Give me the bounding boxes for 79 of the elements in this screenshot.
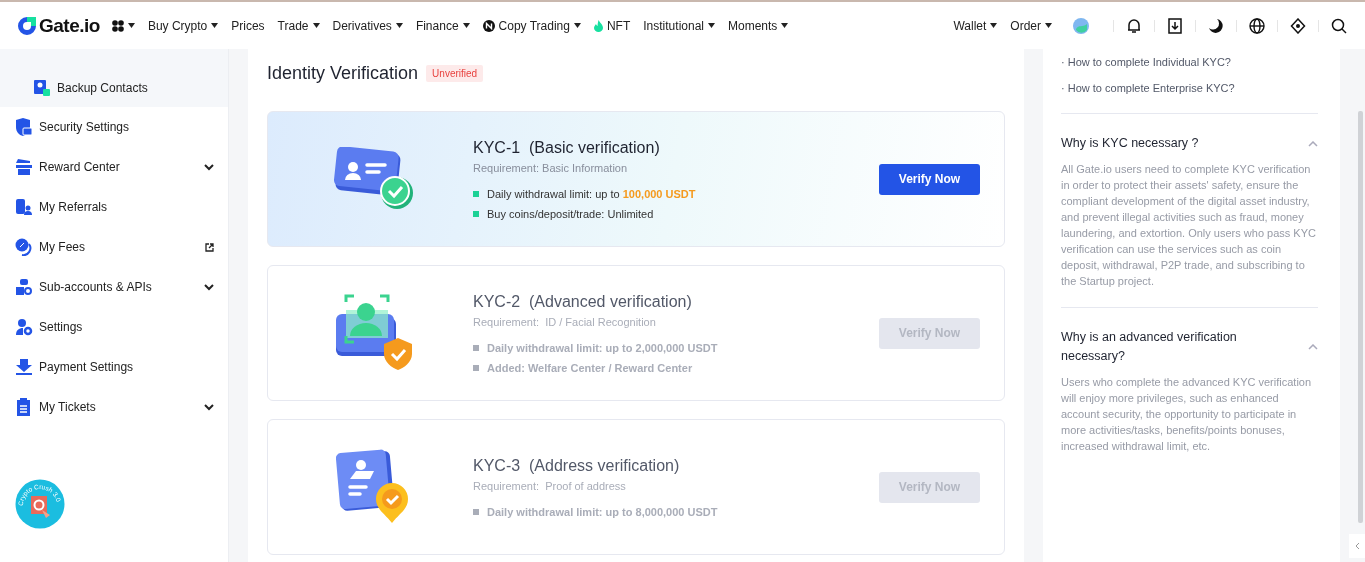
page-title: Identity Verification [267,63,419,84]
chevron-down-icon [204,163,214,171]
bullet-icon [473,210,479,217]
help-link[interactable]: · How to complete Individual KYC? [1061,49,1318,75]
benefit-text: Daily withdrawal limit: up to 8,000,000 USDT [487,505,718,518]
shield-icon [15,118,33,136]
search-icon[interactable] [1331,17,1347,34]
nav-link[interactable]: NFT [593,18,631,33]
caret-icon [211,23,219,28]
sidebar-item[interactable]: My Referrals [0,187,228,227]
benefit-text: Buy coins/deposit/trade: Unlimited [487,207,654,220]
faq-answer: All Gate.io users need to complete KYC verification in order to protect their assets' safety, ensure the compliant development of the digital asset industry, and prevent illegal activities such as fraud, money laundering, and extortion. Only users who pass KYC verification can use the services such as coin deposit, withdrawal, P2P trade, and subscribing to the Startup project. [1061,162,1317,289]
caret-icon [781,23,789,28]
caret-icon [462,23,470,28]
chevron-down-icon [204,403,214,411]
faq-answer: Users who complete the advanced KYC verification will enjoy more privileges, such as enhanced account security, the opportunity to participate in more activities/tasks, benefits/points bonuses, increased withdrawal limit, etc. [1061,375,1313,454]
chevron-left-icon [1354,542,1360,550]
status-tag: Unverified [426,65,484,82]
apps-grid-icon [111,19,124,32]
apps-menu-button[interactable] [111,19,135,32]
benefit-text: Daily withdrawal limit: up to 2,000,000 USDT [487,341,718,354]
nav-link[interactable]: Wallet [953,18,998,33]
benefit-text: Daily withdrawal limit: up to 100,000 USDT [487,187,696,200]
nav-link[interactable]: Finance [415,18,470,33]
user-gear-icon [15,318,33,336]
gift-box-icon [15,158,33,176]
globe-icon[interactable] [1249,17,1265,34]
scrollbar-thumb[interactable] [1358,111,1363,523]
caret-icon [395,23,403,28]
kyc-level-title: KYC-2 (Advanced verification) [473,292,693,311]
caret-icon [127,23,135,28]
nav-link[interactable]: Order [1010,18,1052,33]
caret-icon [708,23,715,28]
logo-icon [17,15,37,36]
caret-icon [1045,23,1052,28]
referral-icon [15,198,33,216]
moon-icon[interactable] [1208,17,1224,34]
requirement-text: Requirement: Basic Information [473,161,629,174]
logo[interactable]: Gate.io [17,14,100,37]
contacts-icon [33,79,51,97]
faq-question[interactable]: Why is an advanced verification necessary? [1061,328,1318,366]
caret-icon [573,23,581,28]
nav-link[interactable]: Buy Crypto [147,18,219,33]
chevron-down-icon [204,283,214,291]
bullet-icon [473,508,479,515]
bullet-icon [473,190,479,197]
sidebar-item[interactable]: Sub-accounts & APIs [0,267,228,307]
sidebar-item[interactable]: Payment Settings [0,347,228,387]
verify-now-button[interactable]: Verify Now [879,163,980,195]
flame-icon [593,19,603,32]
requirement-text: Requirement: ID / Facial Recognition [473,315,657,328]
nav-link[interactable]: Institutional [643,18,715,33]
clipboard-icon [15,398,33,416]
copy-trading-icon [482,19,495,32]
caret-icon [312,23,320,28]
payment-download-icon [15,358,33,376]
nav-link[interactable]: Derivatives [332,18,403,33]
help-link[interactable]: · How to complete Enterprise KYC? [1061,75,1318,101]
sidebar-item[interactable]: Reward Center [0,147,228,187]
external-link-icon [205,242,214,252]
nav-link[interactable]: Copy Trading [482,18,581,33]
bell-icon[interactable] [1126,17,1142,34]
caret-icon [990,23,998,28]
download-icon[interactable] [1167,17,1183,34]
benefit-text: Added: Welfare Center / Reward Center [487,361,693,374]
bullet-icon [473,364,479,371]
nav-link[interactable]: Trade [277,18,320,33]
sidebar-item[interactable]: Settings [0,307,228,347]
faq-question[interactable]: Why is KYC necessary ? [1061,134,1318,153]
kyc-level-title: KYC-3 (Address verification) [473,456,681,475]
requirement-text: Requirement: Proof of address [473,479,627,492]
bullet-icon [473,344,479,351]
kyc-level-title: KYC-1 (Basic verification) [473,138,661,157]
sidebar-item[interactable]: Security Settings [0,107,228,147]
sidebar-item[interactable]: My Tickets [0,387,228,427]
nav-link[interactable]: Moments [728,18,789,33]
sidebar-item[interactable]: My Fees [0,227,228,267]
sub-account-icon [15,278,33,296]
nav-link[interactable]: Prices [231,18,265,33]
